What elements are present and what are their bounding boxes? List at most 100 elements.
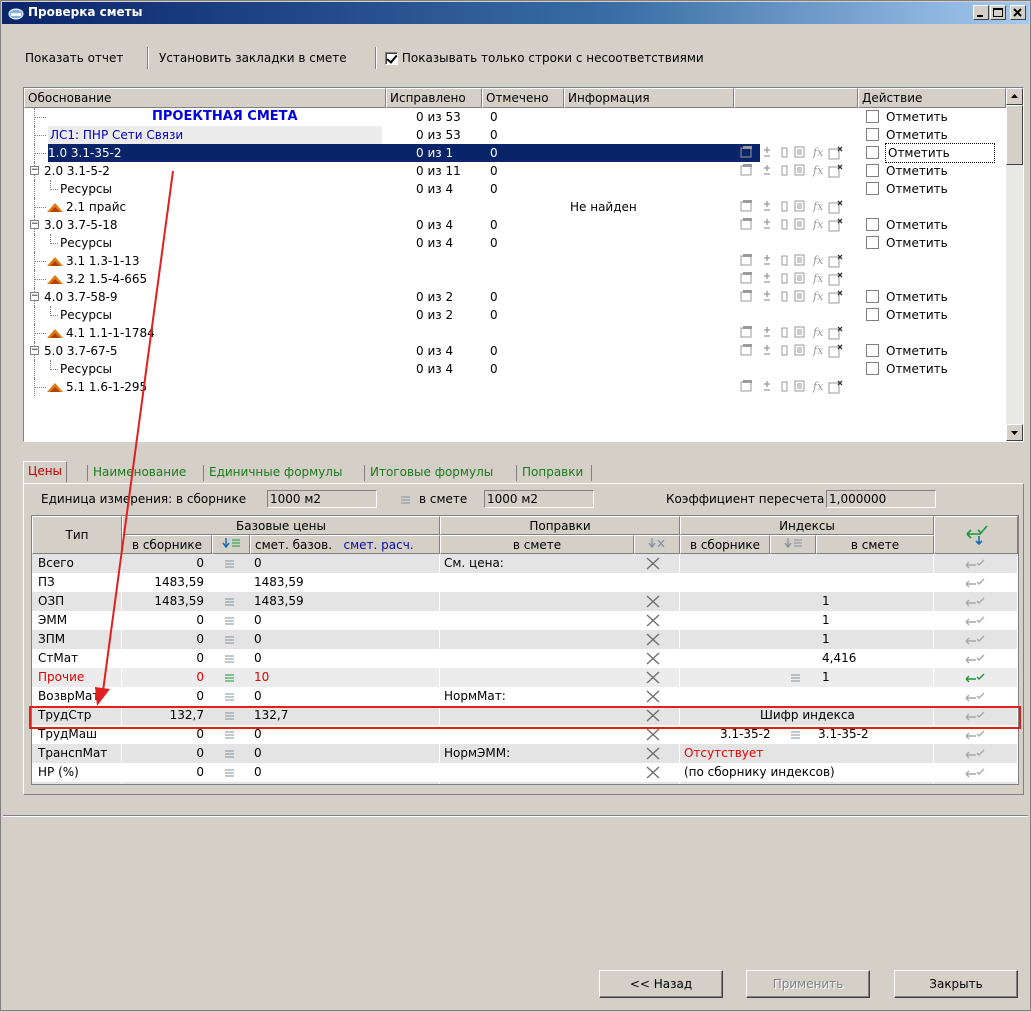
formula-icon[interactable]: fx — [812, 217, 826, 232]
tab-unit-formulas[interactable]: Единичные формулы — [205, 463, 346, 483]
calculator-icon[interactable] — [828, 253, 843, 268]
close-button[interactable]: Закрыть — [894, 970, 1018, 998]
tab-name[interactable]: Наименование — [89, 463, 190, 483]
base-estimate-value[interactable]: 1483,59 — [254, 573, 304, 592]
price-row[interactable]: СП (%) 0 0 (по сборнику индексов) — [32, 782, 1018, 784]
clear-amendment-icon[interactable] — [646, 728, 660, 741]
apply-row-icon[interactable] — [964, 554, 986, 573]
formula-icon[interactable]: fx — [812, 379, 826, 394]
amendment-value[interactable]: НормЭММ: — [444, 744, 510, 763]
clear-amendment-icon[interactable] — [646, 690, 660, 703]
index-value[interactable]: 1 — [822, 592, 830, 611]
mark-checkbox[interactable] — [866, 236, 879, 249]
copy-equal-icon[interactable] — [224, 763, 236, 782]
col-base-estimate[interactable]: смет. базов. смет. расч. — [250, 535, 440, 554]
index-value[interactable]: 4,416 — [822, 649, 856, 668]
list-icon[interactable] — [794, 253, 808, 268]
apply-row-icon[interactable] — [964, 744, 986, 763]
price-row[interactable]: ОЗП 1483,59 1483,59 1 — [32, 592, 1018, 611]
tree-row[interactable]: Ресурсы 0 из 2 0 Отметить — [24, 306, 1006, 324]
calculator-icon[interactable] — [828, 217, 843, 232]
col-base-prices[interactable]: Базовые цены — [122, 516, 440, 535]
apply-row-icon[interactable] — [964, 725, 986, 744]
document-icon[interactable] — [740, 379, 754, 394]
col-index-copy[interactable] — [770, 535, 816, 554]
mark-label[interactable]: Отметить — [886, 360, 948, 378]
plus-minus-icon[interactable] — [762, 271, 776, 286]
tree-row[interactable]: 3.2 1.5-4-665 fx — [24, 270, 1006, 288]
clear-amendment-icon[interactable] — [646, 766, 660, 779]
price-row[interactable]: ПЗ 1483,59 1483,59 — [32, 573, 1018, 592]
index-code-collection[interactable]: 3.1-35-2 — [720, 725, 771, 744]
apply-row-icon[interactable] — [964, 630, 986, 649]
base-collection-value[interactable]: 0 — [122, 630, 204, 649]
plus-minus-icon[interactable] — [762, 199, 776, 214]
column-icon[interactable] — [780, 325, 794, 340]
col-marked[interactable]: Отмечено — [482, 88, 564, 108]
index-value[interactable]: (по сборнику индексов) — [684, 782, 835, 784]
apply-row-icon[interactable] — [964, 782, 986, 784]
mark-checkbox[interactable] — [866, 290, 879, 303]
column-icon[interactable] — [780, 217, 794, 232]
clear-amendment-icon[interactable] — [646, 633, 660, 646]
col-index-collection[interactable]: в сборнике — [680, 535, 770, 554]
calculator-icon[interactable] — [828, 343, 843, 358]
tree-row[interactable]: 4.1 1.1-1-1784 fx — [24, 324, 1006, 342]
col-index-estimate[interactable]: в смете — [816, 535, 934, 554]
index-value[interactable]: 1 — [822, 630, 830, 649]
copy-equal-icon[interactable] — [224, 649, 236, 668]
base-estimate-value[interactable]: 1483,59 — [254, 592, 304, 611]
list-icon[interactable] — [794, 271, 808, 286]
base-estimate-value[interactable]: 0 — [254, 782, 262, 784]
col-fixed[interactable]: Исправлено — [386, 88, 482, 108]
base-estimate-value[interactable]: 132,7 — [254, 706, 288, 725]
price-row[interactable]: Прочие 0 10 1 — [32, 668, 1018, 687]
tree-row[interactable]: −4.0 3.7-58-9 0 из 2 0 fx Отметить — [24, 288, 1006, 306]
price-row[interactable]: НР (%) 0 0 (по сборнику индексов) — [32, 763, 1018, 782]
copy-equal-icon[interactable] — [224, 744, 236, 763]
maximize-button[interactable] — [990, 5, 1006, 20]
tree-row[interactable]: −3.0 3.7-5-18 0 из 4 0 fx Отметить — [24, 216, 1006, 234]
base-collection-value[interactable]: 0 — [122, 611, 204, 630]
index-value[interactable]: 1 — [822, 611, 830, 630]
mark-checkbox[interactable] — [866, 110, 879, 123]
plus-minus-icon[interactable] — [762, 217, 776, 232]
formula-icon[interactable]: fx — [812, 253, 826, 268]
list-icon[interactable] — [794, 325, 808, 340]
column-icon[interactable] — [780, 271, 794, 286]
scroll-up-button[interactable] — [1006, 88, 1023, 105]
index-value[interactable]: (по сборнику индексов) — [684, 763, 835, 782]
price-row[interactable]: ВозврМат 0 0 НормМат: — [32, 687, 1018, 706]
base-collection-value[interactable]: 0 — [122, 782, 204, 784]
copy-equal-icon[interactable] — [224, 611, 236, 630]
base-collection-value[interactable]: 0 — [122, 744, 204, 763]
apply-row-icon[interactable] — [964, 706, 986, 725]
unit-collection-field[interactable]: 1000 м2 — [267, 490, 377, 508]
calculator-icon[interactable] — [828, 199, 843, 214]
formula-icon[interactable]: fx — [812, 199, 826, 214]
base-collection-value[interactable]: 0 — [122, 687, 204, 706]
base-estimate-value[interactable]: 0 — [254, 554, 262, 573]
base-estimate-value[interactable]: 0 — [254, 687, 262, 706]
col-base-copy[interactable] — [212, 535, 250, 554]
base-estimate-value[interactable]: 0 — [254, 763, 262, 782]
column-icon[interactable] — [780, 343, 794, 358]
minimize-button[interactable] — [973, 5, 989, 20]
col-base-collection[interactable]: в сборнике — [122, 535, 212, 554]
tree-scrollbar[interactable] — [1006, 88, 1023, 441]
collapse-toggle[interactable]: − — [30, 346, 39, 355]
col-amendments[interactable]: Поправки — [440, 516, 680, 535]
base-estimate-value[interactable]: 10 — [254, 668, 269, 687]
mark-label[interactable]: Отметить — [885, 143, 995, 163]
mark-label[interactable]: Отметить — [886, 234, 948, 252]
apply-row-icon[interactable] — [964, 573, 986, 592]
calculator-icon[interactable] — [828, 379, 843, 394]
col-action[interactable]: Действие — [858, 88, 1006, 108]
clear-amendment-icon[interactable] — [646, 671, 660, 684]
document-icon[interactable] — [740, 163, 754, 178]
clear-amendment-icon[interactable] — [646, 614, 660, 627]
tree-row[interactable]: 3.1 1.3-1-13 fx — [24, 252, 1006, 270]
apply-row-icon[interactable] — [964, 611, 986, 630]
copy-equal-icon[interactable] — [224, 592, 236, 611]
mark-checkbox[interactable] — [866, 146, 879, 159]
